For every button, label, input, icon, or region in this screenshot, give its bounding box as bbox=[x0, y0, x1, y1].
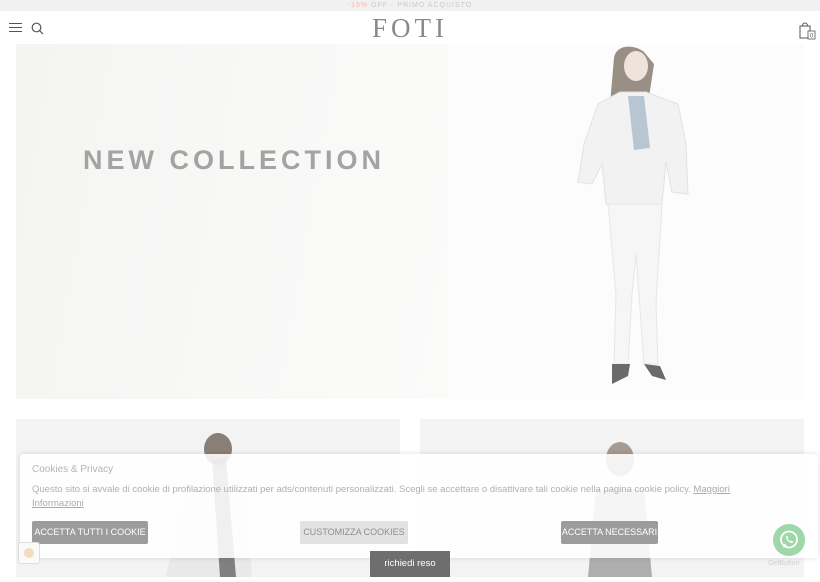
cookie-banner: Cookies & Privacy Questo sito si avvale … bbox=[20, 454, 818, 558]
hero-banner[interactable] bbox=[16, 44, 448, 399]
hero-title: NEW COLLECTION bbox=[83, 145, 385, 175]
shopping-bag-icon[interactable]: 0 bbox=[798, 20, 816, 40]
site-header: FOTI 0 bbox=[0, 11, 820, 44]
accept-necessary-button[interactable]: ACCETTA NECESSARI bbox=[561, 521, 658, 544]
promo-bar: -15% OFF - PRIMO ACQUISTO bbox=[0, 0, 820, 11]
cookie-title: Cookies & Privacy bbox=[32, 464, 114, 475]
whatsapp-button[interactable] bbox=[773, 524, 805, 556]
cookie-description: Questo sito si avvale di cookie di profi… bbox=[32, 484, 694, 495]
site-logo[interactable]: FOTI bbox=[0, 11, 820, 45]
promo-accent: -15% bbox=[347, 2, 369, 9]
whatsapp-icon bbox=[780, 530, 798, 549]
cookie-settings-icon[interactable] bbox=[18, 542, 40, 564]
accept-all-cookies-button[interactable]: ACCETTA TUTTI I COOKIE bbox=[32, 521, 148, 544]
getbutton-label[interactable]: GetButton bbox=[768, 560, 800, 567]
model-figure bbox=[577, 46, 689, 384]
hero-model-image[interactable] bbox=[448, 44, 804, 399]
cookie-text: Questo sito si avvale di cookie di profi… bbox=[32, 483, 772, 511]
promo-text: OFF - PRIMO ACQUISTO bbox=[368, 2, 473, 9]
request-return-button[interactable]: richiedi reso bbox=[370, 551, 450, 577]
customize-cookies-button[interactable]: CUSTOMIZZA COOKIES bbox=[300, 521, 408, 544]
